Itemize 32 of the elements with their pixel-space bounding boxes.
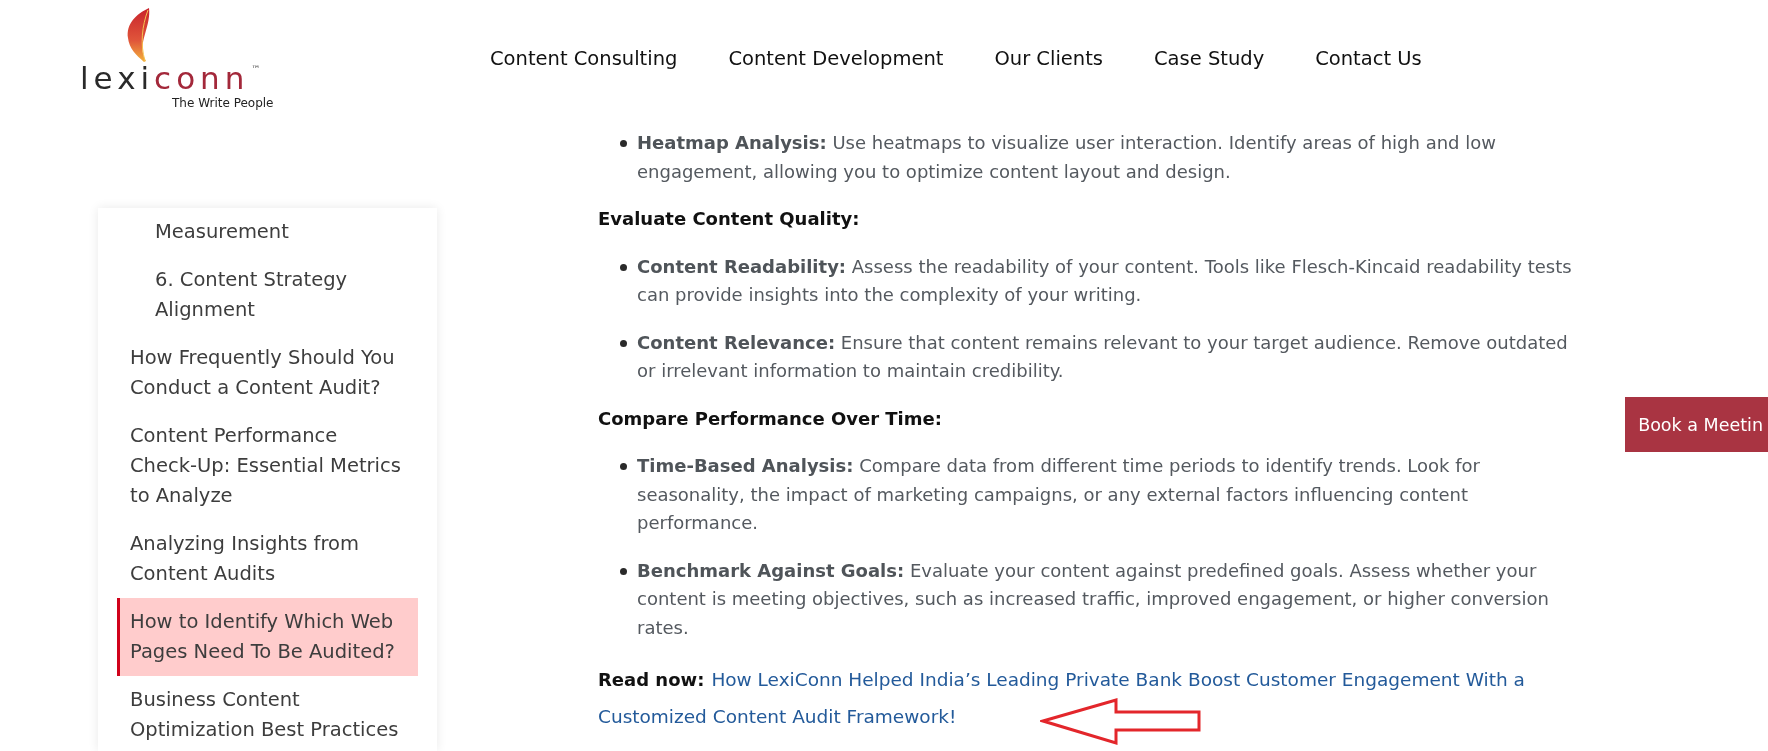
article-link[interactable]: Customized Content Audit Framework!: [598, 698, 957, 735]
toc-link[interactable]: 6. Content Strategy Alignment: [117, 256, 418, 334]
article-link[interactable]: How LexiConn Helped India’s Leading Private Bank Boost Customer Engagement With a: [711, 661, 1525, 698]
book-meeting-button[interactable]: Book a Meetin: [1625, 397, 1768, 452]
logo-wordmark: lexi conn: [80, 62, 250, 94]
nav-link[interactable]: Case Study: [1154, 46, 1265, 71]
nav-link[interactable]: Content Consulting: [490, 46, 678, 71]
section-heading: Evaluate Content Quality:: [598, 207, 861, 231]
toc-link[interactable]: How to Identify Which Web Pages Need To Be Audited?: [117, 598, 418, 676]
bullet-icon: [620, 140, 627, 147]
nav-link[interactable]: Content Development: [728, 46, 944, 71]
toc-link[interactable]: Content Performance Check-Up: Essential Metrics to Analyze: [117, 412, 418, 520]
toc-link[interactable]: How Frequently Should You Conduct a Content Audit?: [117, 334, 418, 412]
bullet-icon: [620, 263, 627, 271]
logo-tagline: The Write People: [172, 96, 274, 111]
bullet-point-text: Heatmap Analysis: Use heatmaps to visualize user interaction. Identify areas of high and low engagement, allowing you to optimize content layout and design.: [637, 131, 1497, 184]
read-now-label: Read now:: [598, 668, 705, 692]
nav-link[interactable]: Contact Us: [1315, 46, 1422, 71]
toc-link[interactable]: Analyzing Insights from Content Audits: [117, 520, 418, 598]
trademark-symbol: ™: [251, 64, 261, 74]
nav-link[interactable]: Our Clients: [994, 46, 1103, 71]
left-arrow-icon: [1040, 697, 1202, 746]
bullet-icon: [620, 463, 627, 470]
bullet-point-text: Content Relevance: Ensure that content remains relevant to your target audience. Remove outdated or irrelevant information to maintain credibility.: [637, 330, 1569, 383]
toc-link[interactable]: Measurement: [117, 208, 418, 256]
bullet-point-text: Benchmark Against Goals: Evaluate your content against predefined goals. Assess whether your content is meeting objectives, such as increased traffic, improved engagement, or higher conversion rates.: [637, 558, 1550, 640]
section-heading: Compare Performance Over Time:: [598, 406, 943, 431]
bullet-point-text: Content Readability: Assess the readability of your content. Tools like Flesch-Kincaid readability tests can provide insights into the complexity of your writing.: [637, 254, 1573, 307]
bullet-icon: [620, 567, 627, 575]
toc-link[interactable]: Business Content Optimization Best Practices: [117, 676, 418, 751]
bullet-point-text: Time-Based Analysis: Compare data from different time periods to identify trends. Look for seasonality, the impact of marketing campaigns, or any external factors influencing content performance.: [637, 454, 1481, 535]
bullet-icon: [620, 339, 627, 347]
